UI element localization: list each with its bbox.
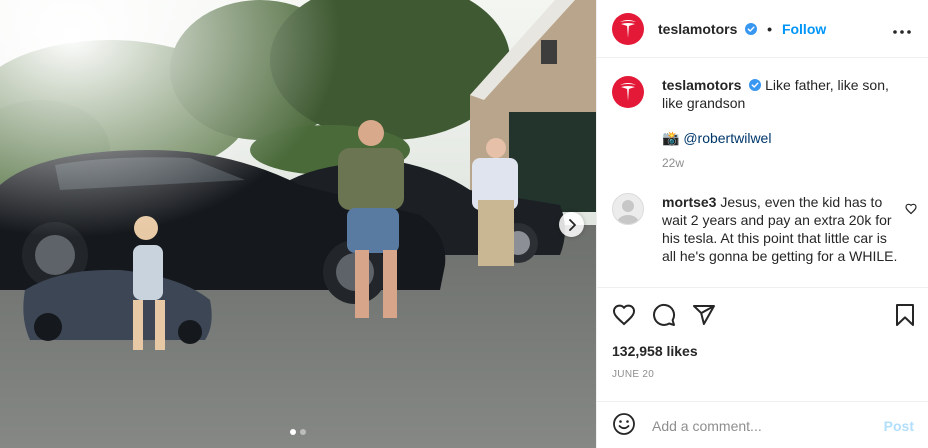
- comment-input[interactable]: [652, 417, 872, 434]
- verified-badge-icon: [749, 79, 762, 91]
- post-date[interactable]: JUNE 20: [612, 369, 654, 380]
- author-avatar[interactable]: [612, 12, 644, 45]
- post-actions: 132,958 likes JUNE 20 Post: [597, 287, 928, 448]
- chevron-right-icon: [568, 218, 576, 231]
- follow-button[interactable]: Follow: [782, 21, 826, 37]
- more-horizontal-icon: [893, 30, 911, 34]
- comments-list[interactable]: teslamotors Like father, like son, like …: [597, 59, 928, 287]
- heart-icon: [612, 304, 636, 326]
- heart-outline-icon: [905, 203, 917, 215]
- instagram-post: teslamotors • Follow teslamotors Like fa…: [0, 0, 928, 448]
- header-user: teslamotors • Follow: [658, 21, 826, 37]
- paper-plane-icon: [693, 305, 715, 325]
- camera-emoji-icon: 📸: [662, 130, 680, 146]
- carousel-dot: [300, 429, 306, 435]
- carousel-dot-active: [290, 429, 296, 435]
- default-avatar-icon: [617, 200, 639, 224]
- save-button[interactable]: [894, 303, 916, 330]
- carousel-next-button[interactable]: [559, 212, 584, 237]
- tesla-logo-icon: [620, 83, 636, 101]
- comment-button[interactable]: [652, 303, 676, 327]
- caption-body: teslamotors Like father, like son, like …: [662, 76, 902, 172]
- comment-username[interactable]: mortse3: [662, 194, 716, 210]
- header-separator: •: [767, 20, 773, 37]
- caption-row: teslamotors Like father, like son, like …: [612, 76, 902, 172]
- tesla-logo-icon: [620, 19, 636, 38]
- verified-badge-icon: [745, 22, 758, 35]
- post-photo[interactable]: [0, 0, 596, 448]
- post-comment-button[interactable]: Post: [884, 418, 914, 434]
- author-username[interactable]: teslamotors: [658, 21, 737, 37]
- like-button[interactable]: [612, 303, 636, 327]
- comment-like-button[interactable]: [905, 202, 917, 218]
- comment-row: mortse3 Jesus, even the kid has to wait …: [612, 193, 902, 265]
- bookmark-icon: [896, 304, 914, 326]
- post-header: teslamotors • Follow: [597, 0, 928, 58]
- post-image: [0, 0, 596, 448]
- emoji-button[interactable]: [612, 412, 636, 439]
- more-options-button[interactable]: [893, 21, 911, 37]
- photo-credit: 📸 @robertwilwel: [662, 129, 902, 147]
- comment-bubble-icon: [653, 303, 676, 326]
- action-icons: [612, 303, 716, 327]
- comment-body: mortse3 Jesus, even the kid has to wait …: [662, 193, 902, 265]
- post-side-panel: teslamotors • Follow teslamotors Like fa…: [596, 0, 928, 448]
- likes-count[interactable]: 132,958 likes: [612, 343, 698, 359]
- caption-timestamp[interactable]: 22w: [662, 154, 902, 172]
- credit-mention-link[interactable]: @robertwilwel: [683, 130, 771, 146]
- caption-avatar[interactable]: [612, 76, 644, 108]
- carousel-indicator: [0, 429, 596, 435]
- emoji-smiley-icon: [613, 413, 635, 435]
- comment-composer: Post: [597, 401, 928, 448]
- commenter-avatar[interactable]: [612, 193, 644, 225]
- share-button[interactable]: [692, 303, 716, 327]
- caption-content: teslamotors Like father, like son, like …: [662, 77, 889, 111]
- caption-username[interactable]: teslamotors: [662, 77, 741, 93]
